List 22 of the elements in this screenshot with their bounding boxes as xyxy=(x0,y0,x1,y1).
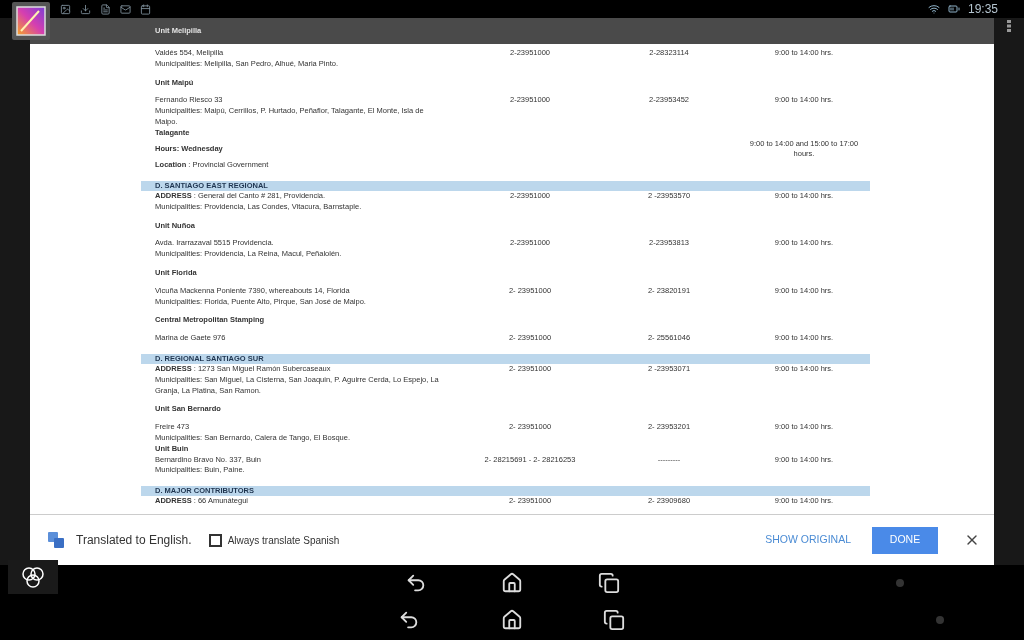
image-icon xyxy=(60,3,71,15)
gallery-app-icon[interactable] xyxy=(12,2,50,40)
back-icon[interactable] xyxy=(398,609,420,631)
show-original-link[interactable]: SHOW ORIGINAL xyxy=(765,532,851,548)
translated-message: Translated to English. xyxy=(76,532,192,549)
overflow-menu-icon[interactable] xyxy=(1007,20,1011,32)
wifi-icon xyxy=(927,3,940,15)
recent-apps-icon[interactable] xyxy=(603,609,625,631)
calendar-icon xyxy=(140,3,151,15)
home-icon[interactable] xyxy=(501,571,523,594)
battery-icon xyxy=(947,3,960,15)
document-icon xyxy=(100,3,111,15)
checkbox-label: Always translate Spanish xyxy=(227,533,340,548)
clock-time: 19:35 xyxy=(967,1,998,18)
home-icon[interactable] xyxy=(501,609,523,631)
download-icon xyxy=(80,3,91,15)
translate-icon xyxy=(48,532,64,548)
recent-apps-icon[interactable] xyxy=(598,571,620,594)
mail-icon xyxy=(120,3,131,15)
done-button[interactable]: DONE xyxy=(872,526,938,554)
checkbox[interactable] xyxy=(208,533,222,547)
floating-bubble-icon[interactable] xyxy=(8,560,58,594)
